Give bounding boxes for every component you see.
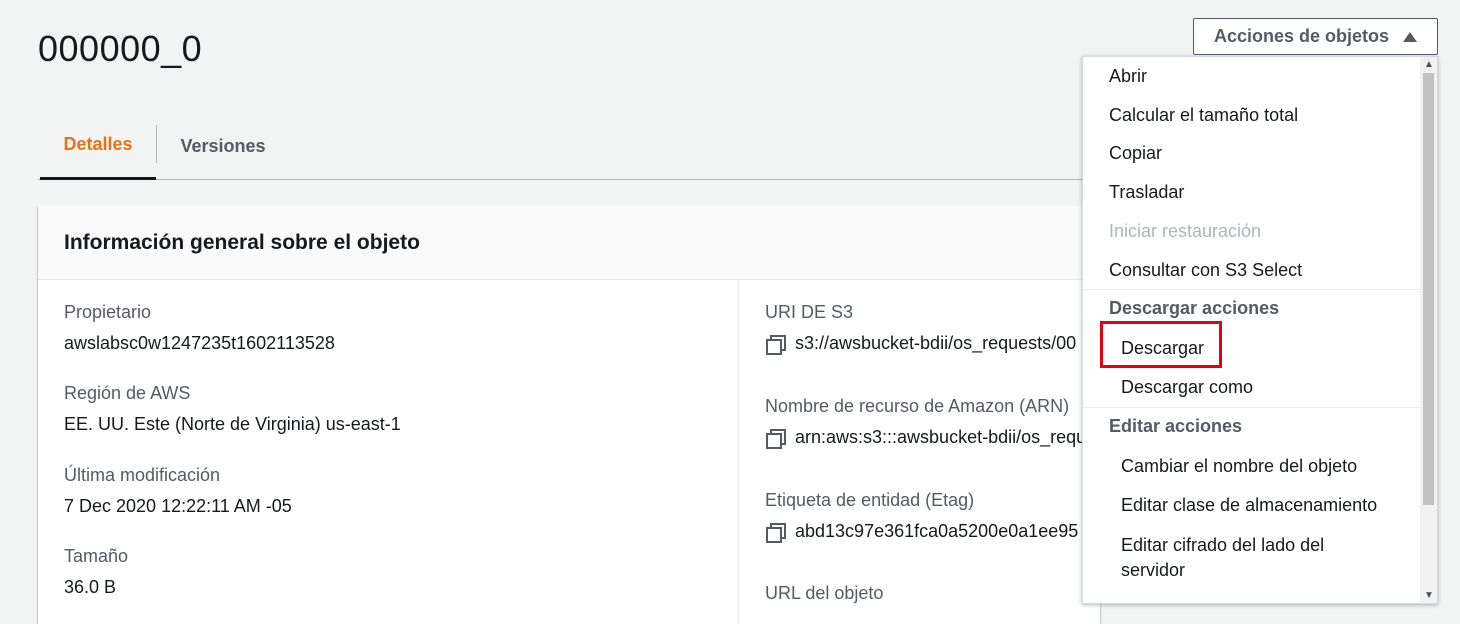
menu-item-encryption[interactable]: Editar cifrado del lado del servidor [1121,533,1324,583]
menu-item-copy[interactable]: Copiar [1109,143,1162,164]
tab-details[interactable]: Detalles [40,112,156,180]
field-value: s3://awsbucket-bdii/os_requests/00 [795,333,1077,353]
field-value: 7 Dec 2020 12:22:11 AM -05 [64,496,292,516]
object-actions-button[interactable]: Acciones de objetos [1193,18,1438,55]
object-overview-panel: Información general sobre el objeto Prop… [38,206,1100,624]
object-actions-label: Acciones de objetos [1213,26,1390,46]
field-label: Última modificación [64,465,221,485]
menu-item-rename[interactable]: Cambiar el nombre del objeto [1121,456,1357,477]
menu-group-download: Descargar acciones [1109,298,1280,318]
object-url-field: URL del objeto [765,583,883,604]
size-field: Tamaño 36.0 B [64,546,128,598]
field-value: abd13c97e361fca0a5200e0a1ee95 [795,521,1079,541]
field-value: arn:aws:s3:::awsbucket-bdii/os_requ [795,427,1087,447]
arn-field: Nombre de recurso de Amazon (ARN) arn:aw… [765,396,1087,449]
field-value: EE. UU. Este (Norte de Virginia) us-east… [64,414,401,434]
field-label: URI DE S3 [765,302,854,322]
menu-item-move[interactable]: Trasladar [1109,182,1184,203]
right-column: URI DE S3 s3://awsbucket-bdii/os_request… [738,280,1100,624]
field-value: awslabsc0w1247235t1602113528 [64,333,335,353]
panel-header: Información general sobre el objeto [38,206,1100,280]
s3-uri-field: URI DE S3 s3://awsbucket-bdii/os_request… [765,302,1077,355]
copy-icon[interactable] [765,334,786,355]
panel-title: Información general sobre el objeto [64,230,420,254]
field-label: Región de AWS [64,383,191,403]
menu-item-encryption-line2: servidor [1121,560,1186,580]
scroll-down-icon[interactable]: ▼ [1424,591,1434,601]
menu-group-edit: Editar acciones [1109,416,1243,436]
page-title: 000000_0 [38,28,203,69]
tab-divider [156,125,157,163]
copy-row: abd13c97e361fca0a5200e0a1ee95 [765,521,1079,543]
field-label: URL del objeto [765,583,884,603]
scroll-thumb[interactable] [1423,73,1434,505]
menu-item-open[interactable]: Abrir [1109,66,1147,87]
menu-item-encryption-line1: Editar cifrado del lado del [1121,535,1325,555]
object-actions-menu: Abrir Calcular el tamaño total Copiar Tr… [1082,56,1438,604]
tabs: Detalles Versiones [38,112,1100,180]
menu-item-s3-select[interactable]: Consultar con S3 Select [1109,260,1302,281]
menu-scrollbar[interactable]: ▲ ▼ [1420,57,1437,603]
copy-row: s3://awsbucket-bdii/os_requests/00 [765,333,1077,355]
region-field: Región de AWS EE. UU. Este (Norte de Vir… [64,383,401,435]
field-label: Nombre de recurso de Amazon (ARN) [765,396,1070,416]
menu-divider [1083,407,1421,408]
menu-item-restore: Iniciar restauración [1109,221,1262,241]
caret-up-icon [1403,31,1418,42]
field-label: Tamaño [64,546,129,566]
download-highlight [1100,321,1222,368]
menu-item-storage-class[interactable]: Editar clase de almacenamiento [1121,495,1377,516]
copy-row: arn:aws:s3:::awsbucket-bdii/os_requ [765,427,1087,449]
tab-versions[interactable]: Versiones [158,112,288,180]
menu-item-download-as[interactable]: Descargar como [1121,377,1253,398]
menu-item-calculate-size[interactable]: Calcular el tamaño total [1109,105,1298,126]
copy-icon[interactable] [765,428,786,449]
last-modified-field: Última modificación 7 Dec 2020 12:22:11 … [64,465,292,517]
etag-field: Etiqueta de entidad (Etag) abd13c97e361f… [765,490,1079,543]
menu-divider [1083,289,1421,290]
copy-icon[interactable] [765,522,786,543]
field-label: Propietario [64,302,152,322]
scroll-up-icon[interactable]: ▲ [1424,60,1434,70]
owner-field: Propietario awslabsc0w1247235t1602113528 [64,302,335,354]
field-value: 36.0 B [64,577,117,597]
field-label: Etiqueta de entidad (Etag) [765,490,975,510]
